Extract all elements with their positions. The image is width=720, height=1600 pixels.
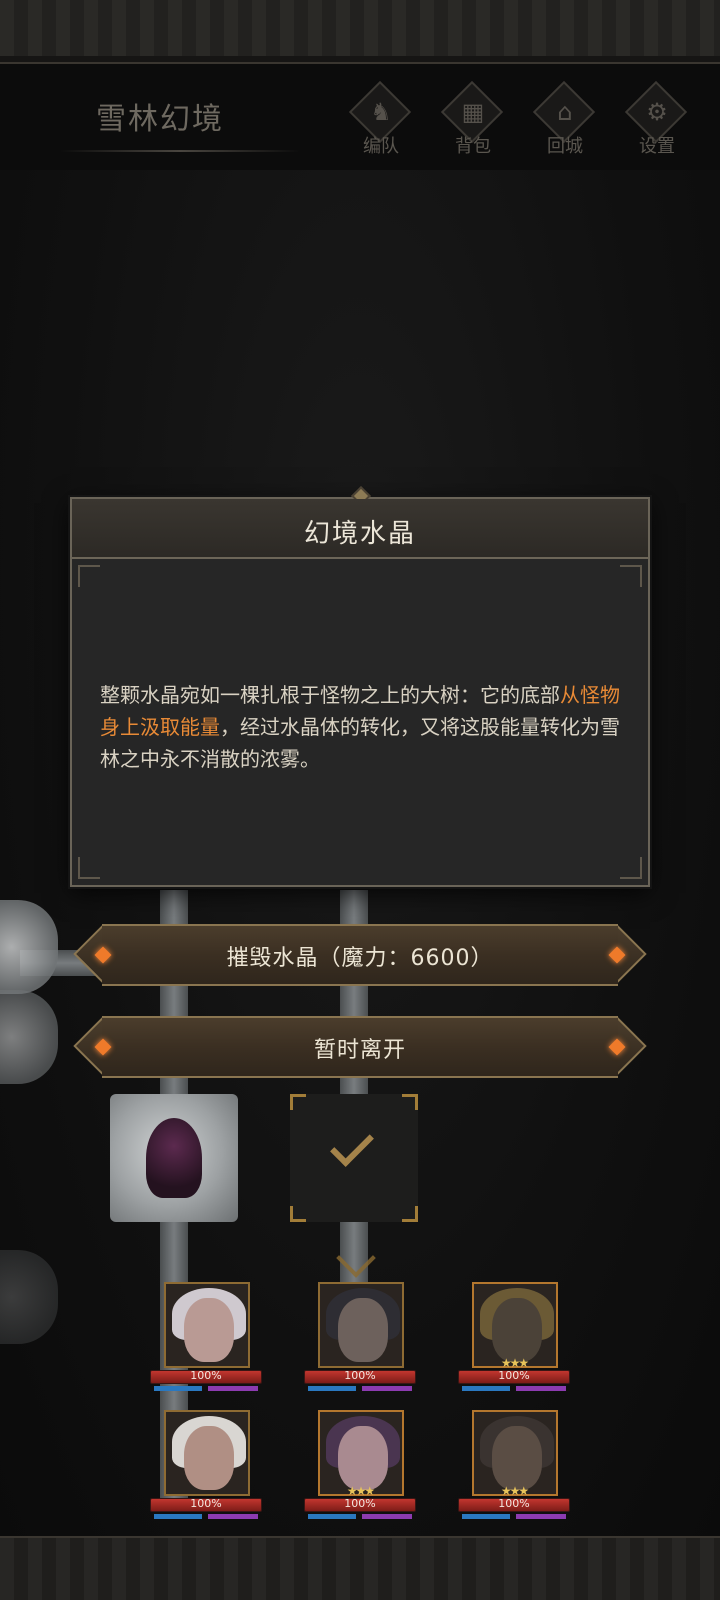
team-label: 编队	[363, 136, 399, 157]
star-rating: ★★★	[500, 1356, 529, 1370]
dialog-title: 幻境水晶	[303, 519, 416, 549]
hp-percent: 100%	[190, 1369, 222, 1382]
corner-mark	[402, 1094, 418, 1110]
dialog-description: 整颗水晶宛如一棵扎根于怪物之上的大树：它的底部从怪物身上汲取能量，经过水晶体的转…	[100, 679, 624, 775]
map-tile-edge	[0, 900, 58, 994]
party-member[interactable]: 100%	[150, 1282, 262, 1400]
hero-face	[492, 1426, 542, 1490]
mana-bar	[308, 1386, 356, 1391]
destroy-crystal-button[interactable]: 摧毁水晶（魔力：6600）	[73, 924, 647, 986]
checkmark-icon	[330, 1123, 374, 1167]
map-title: 雪林幻境	[96, 102, 224, 137]
corner-mark	[290, 1094, 306, 1110]
energy-bars	[462, 1386, 566, 1391]
party-member[interactable]: ★★★ 100%	[304, 1410, 416, 1528]
team-icon: ♞	[370, 98, 392, 126]
leave-label: 暂时离开	[313, 1038, 406, 1063]
hero-face	[492, 1298, 542, 1362]
monster-tile[interactable]	[110, 1094, 238, 1222]
hp-percent: 100%	[344, 1497, 376, 1510]
backpack-button[interactable]: ▦ 背包	[434, 80, 512, 166]
hero-face	[338, 1298, 388, 1362]
bottom-frame	[0, 1536, 720, 1600]
destroy-crystal-label: 摧毁水晶（魔力：6600）	[226, 946, 494, 971]
team-button[interactable]: ♞ 编队	[342, 80, 420, 166]
hero-face	[184, 1426, 234, 1490]
energy-bars	[308, 1514, 412, 1519]
corner-mark	[290, 1206, 306, 1222]
party-member[interactable]: 100%	[150, 1410, 262, 1528]
rage-bar	[208, 1386, 258, 1391]
title-divider	[60, 150, 300, 152]
corner-mark	[402, 1206, 418, 1222]
rage-bar	[208, 1514, 258, 1519]
mana-bar	[154, 1514, 202, 1519]
dialog-corner	[78, 565, 100, 587]
gear-icon: ⚙	[646, 98, 668, 126]
cleared-tile[interactable]	[290, 1094, 418, 1222]
description-text: 整颗水晶宛如一棵扎根于怪物之上的大树：它的底部	[100, 683, 560, 707]
map-tile-edge	[0, 1250, 58, 1344]
dialog-header: 幻境水晶	[72, 499, 648, 559]
hp-percent: 100%	[498, 1369, 530, 1382]
dialog-corner	[620, 857, 642, 879]
monster-icon	[146, 1118, 202, 1198]
party-member[interactable]: ★★★ 100%	[458, 1282, 570, 1400]
hp-percent: 100%	[190, 1497, 222, 1510]
dialog-corner	[78, 857, 100, 879]
party-member[interactable]: 100%	[304, 1282, 416, 1400]
hp-percent: 100%	[344, 1369, 376, 1382]
settings-button[interactable]: ⚙ 设置	[618, 80, 696, 166]
settings-label: 设置	[639, 136, 675, 157]
hero-portrait	[318, 1282, 404, 1368]
rage-bar	[516, 1386, 566, 1391]
mana-bar	[462, 1386, 510, 1391]
star-rating: ★★★	[346, 1484, 375, 1498]
crystal-dialog: 幻境水晶 整颗水晶宛如一棵扎根于怪物之上的大树：它的底部从怪物身上汲取能量，经过…	[70, 486, 650, 887]
party-member[interactable]: ★★★ 100%	[458, 1410, 570, 1528]
mana-bar	[154, 1386, 202, 1391]
backpack-icon: ▦	[461, 98, 485, 126]
hp-percent: 100%	[498, 1497, 530, 1510]
rage-bar	[516, 1514, 566, 1519]
return-city-button[interactable]: ⌂ 回城	[526, 80, 604, 166]
map-tile-edge	[0, 990, 58, 1084]
dialog-corner	[620, 565, 642, 587]
star-rating: ★★★	[500, 1484, 529, 1498]
hero-face	[184, 1298, 234, 1362]
energy-bars	[308, 1386, 412, 1391]
leave-button[interactable]: 暂时离开	[73, 1016, 647, 1078]
rage-bar	[362, 1514, 412, 1519]
mana-bar	[462, 1514, 510, 1519]
return-city-label: 回城	[547, 136, 583, 157]
energy-bars	[154, 1386, 258, 1391]
mana-bar	[308, 1514, 356, 1519]
hero-portrait	[164, 1282, 250, 1368]
hero-face	[338, 1426, 388, 1490]
backpack-label: 背包	[455, 136, 491, 157]
return-city-icon: ⌂	[557, 98, 573, 126]
energy-bars	[462, 1514, 566, 1519]
hero-portrait	[164, 1410, 250, 1496]
top-frame	[0, 0, 720, 64]
energy-bars	[154, 1514, 258, 1519]
rage-bar	[362, 1386, 412, 1391]
